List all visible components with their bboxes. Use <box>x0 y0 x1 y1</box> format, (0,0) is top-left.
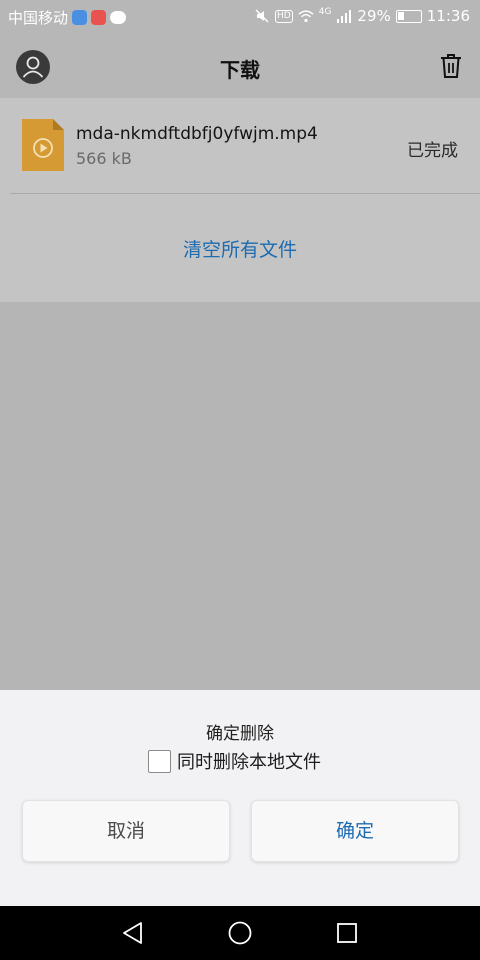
delete-local-files-label: 同时删除本地文件 <box>177 752 321 773</box>
battery-icon <box>395 9 422 23</box>
file-size: 566 kB <box>76 149 132 168</box>
battery-level <box>397 11 404 20</box>
wifi-icon <box>298 10 314 23</box>
dialog-title: 确定删除 <box>206 724 274 744</box>
status-left: 中国移动 <box>8 7 127 28</box>
delete-local-files-option[interactable]: 同时删除本地文件 <box>148 748 321 774</box>
file-name: mda-nkmdftdbfj0yfwjm.mp4 <box>76 124 318 144</box>
confirm-button[interactable]: 确定 <box>251 800 459 862</box>
back-triangle-icon[interactable] <box>120 920 146 946</box>
delete-confirm-sheet: 确定删除 同时删除本地文件 取消 确定 <box>0 690 480 906</box>
download-item[interactable]: mda-nkmdftdbfj0yfwjm.mp4 566 kB 已完成 <box>0 98 480 194</box>
network-type-label: 4G <box>318 7 332 17</box>
download-list: mda-nkmdftdbfj0yfwjm.mp4 566 kB 已完成 清空所有… <box>0 98 480 302</box>
status-right: HD 4G 29% 11:36 <box>254 7 470 25</box>
mute-icon <box>255 9 269 23</box>
status-bar: 中国移动 HD 4G 29% 11:36 <box>0 0 480 34</box>
app-notification-red-icon <box>91 10 107 25</box>
trash-icon[interactable] <box>440 53 462 79</box>
page-title: 下载 <box>220 58 260 82</box>
recents-square-icon[interactable] <box>334 920 360 946</box>
app-notification-icon <box>72 10 88 25</box>
signal-icon <box>337 10 352 23</box>
hd-badge: HD <box>275 9 293 23</box>
message-bubble-icon <box>110 11 127 24</box>
delete-local-files-checkbox[interactable] <box>148 749 171 773</box>
cancel-button[interactable]: 取消 <box>22 800 230 862</box>
app-header: 下载 <box>0 34 480 98</box>
battery-percent: 29% <box>357 7 391 25</box>
carrier-label: 中国移动 <box>8 9 69 27</box>
clear-all-files-button[interactable]: 清空所有文件 <box>0 235 480 262</box>
home-circle-icon[interactable] <box>227 920 253 946</box>
download-status: 已完成 <box>407 141 458 161</box>
list-divider <box>10 193 480 194</box>
video-file-icon <box>22 119 64 171</box>
system-nav-bar <box>0 906 480 960</box>
clock: 11:36 <box>426 7 470 25</box>
